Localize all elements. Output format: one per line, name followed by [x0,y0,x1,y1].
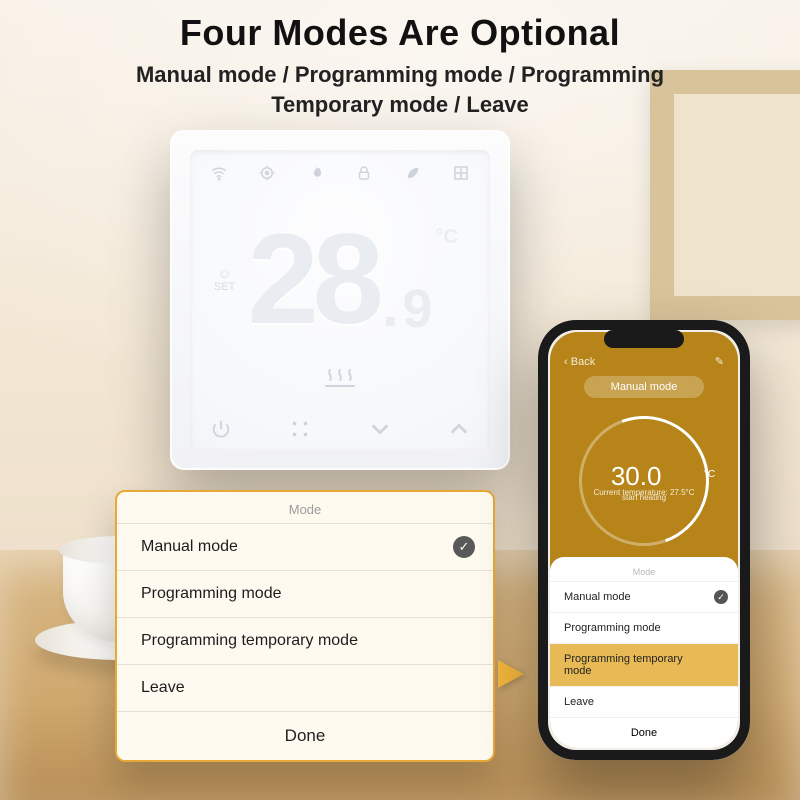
temp-dot: . [382,276,399,336]
phone-temp-value: 30.0 [611,461,662,491]
headline-sub-1: Manual mode / Programming mode / Program… [0,60,800,90]
phone-sheet-title: Mode [550,563,738,581]
callout-arrow-icon [498,660,524,688]
power-button[interactable] [210,418,232,440]
check-icon: ✓ [453,536,475,558]
phone-mode-pill[interactable]: Manual mode [584,376,704,398]
phone-temp-ring: 30.0 °C Current temperature: 27.5°C star… [579,416,709,546]
phone-mockup: ‹ Back ✎ Manual mode 30.0 °C Current tem… [538,320,750,760]
up-button[interactable] [448,418,470,440]
mode-popup: Mode Manual mode ✓ Programming mode Prog… [115,490,495,762]
mode-option-label: Manual mode [141,538,238,555]
temp-fraction: 9 [403,282,433,336]
mode-option-label: Leave [141,679,185,696]
mode-button[interactable] [289,418,311,440]
edit-icon[interactable]: ✎ [715,355,724,368]
lock-icon [355,164,373,182]
leaf-icon [404,164,422,182]
mode-option-label: Programming mode [141,585,282,602]
temp-unit: °C [436,226,458,249]
headline: Four Modes Are Optional Manual mode / Pr… [0,12,800,119]
thermostat-temperature: 28 . 9 °C [170,216,510,344]
headline-sub-2: Temporary mode / Leave [0,90,800,120]
mode-option-programming-temporary[interactable]: Programming temporary mode [117,617,493,664]
target-icon [258,164,276,182]
mode-option-leave[interactable]: Leave [117,664,493,711]
mode-option-programming[interactable]: Programming mode [117,570,493,617]
mode-popup-title: Mode [117,492,493,523]
phone-temp-unit: °C [704,469,715,480]
thermostat-controls [210,418,470,440]
phone-notch [604,330,684,348]
mode-done-button[interactable]: Done [117,711,493,760]
back-button[interactable]: ‹ Back [564,356,595,368]
phone-mode-leave[interactable]: Leave [550,686,738,717]
thermostat-status-row [210,164,470,182]
mode-option-label: Programming temporary mode [141,632,358,649]
check-icon: ✓ [714,590,728,604]
phone-mode-programming[interactable]: Programming mode [550,612,738,643]
phone-mode-sheet: Mode Manual mode ✓ Programming mode Prog… [550,557,738,748]
temp-integer: 28 [247,216,377,344]
thermostat-panel: ☺ SET 28 . 9 °C [170,130,510,470]
phone-mode-programming-temporary[interactable]: Programming temporary mode [550,643,738,686]
phone-mode-manual[interactable]: Manual mode ✓ [550,581,738,612]
phone-heating-status: start heating [622,493,666,502]
phone-sheet-done[interactable]: Done [550,717,738,748]
flame-icon [307,164,325,182]
mode-option-manual[interactable]: Manual mode ✓ [117,523,493,570]
wifi-icon [210,164,228,182]
grid-icon [452,164,470,182]
heat-waves-icon [170,368,510,388]
down-button[interactable] [369,418,391,440]
headline-title: Four Modes Are Optional [0,12,800,54]
phone-screen: ‹ Back ✎ Manual mode 30.0 °C Current tem… [550,332,738,748]
